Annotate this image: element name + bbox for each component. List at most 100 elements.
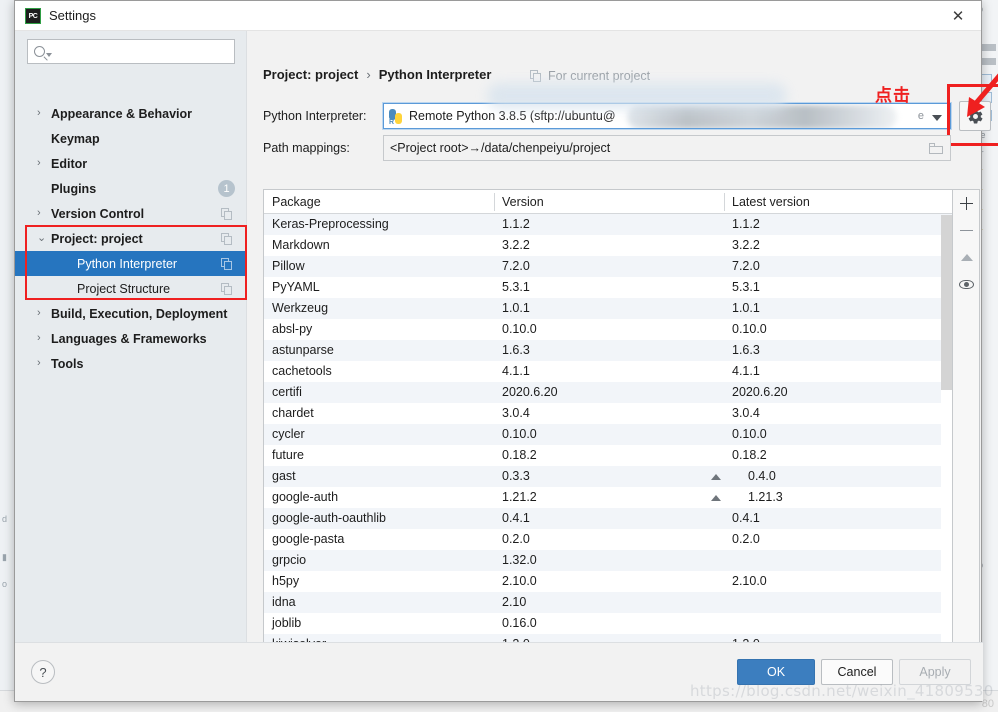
table-row[interactable]: Markdown 3.2.2 3.2.2 [264, 235, 952, 256]
remove-package-button[interactable] [953, 217, 980, 244]
cell-latest-version: 2020.6.20 [732, 385, 788, 399]
cell-version: 5.3.1 [502, 280, 530, 294]
table-row[interactable]: absl-py 0.10.0 0.10.0 [264, 319, 952, 340]
table-row[interactable]: PyYAML 5.3.1 5.3.1 [264, 277, 952, 298]
pycharm-icon: PC [25, 8, 41, 24]
cell-latest-version: 1.21.3 [711, 487, 952, 508]
for-current-project-note: For current project [530, 69, 650, 83]
path-mappings-field[interactable]: <Project root>→/data/chenpeiyu/project [383, 135, 951, 161]
cell-latest-version [724, 613, 952, 634]
cell-version: 0.10.0 [502, 427, 537, 441]
copy-icon [530, 70, 542, 82]
cell-version: 0.18.2 [502, 448, 537, 462]
cell-package: joblib [272, 616, 302, 630]
cell-latest-version: 1.0.1 [732, 301, 760, 315]
package-table-scrollbar[interactable] [941, 215, 952, 672]
table-row[interactable]: cachetools 4.1.1 4.1.1 [264, 361, 952, 382]
sidebar-item-plugins[interactable]: Plugins 1 [15, 176, 247, 201]
cell-latest-version: 5.3.1 [732, 280, 760, 294]
ok-button[interactable]: OK [737, 659, 815, 685]
cell-latest-version: 3.0.4 [732, 406, 760, 420]
column-header-package[interactable]: Package [264, 190, 494, 214]
cell-version: 4.1.1 [502, 364, 530, 378]
sidebar-item-tools[interactable]: › Tools [15, 351, 247, 376]
chevron-down-icon[interactable]: ⌄ [37, 233, 46, 244]
cell-version: 0.4.1 [502, 511, 530, 525]
chevron-right-icon[interactable]: › [37, 333, 46, 344]
dialog-footer: ? OK Cancel Apply [15, 642, 983, 701]
sidebar-item-label: Project Structure [77, 281, 171, 296]
cell-package: gast [272, 469, 296, 483]
column-header-version[interactable]: Version [494, 190, 724, 214]
cell-latest-version: 0.10.0 [732, 427, 767, 441]
table-row[interactable]: astunparse 1.6.3 1.6.3 [264, 340, 952, 361]
package-table-body: Keras-Preprocessing 1.1.2 1.1.2 Markdown 3.2… [264, 214, 952, 672]
add-package-button[interactable] [953, 190, 980, 217]
close-icon[interactable]: ✕ [943, 5, 973, 27]
cell-package: google-pasta [272, 532, 345, 546]
cell-latest-version: 7.2.0 [732, 259, 760, 273]
show-early-releases-button[interactable] [953, 271, 980, 298]
table-row[interactable]: idna 2.10 [264, 592, 952, 613]
interpreter-value: Remote Python 3.8.5 (sftp://ubuntu@ [409, 109, 616, 123]
cell-package: google-auth [272, 490, 339, 504]
cell-package: grpcio [272, 553, 307, 567]
table-row[interactable]: certifi 2020.6.20 2020.6.20 [264, 382, 952, 403]
table-row[interactable]: grpcio 1.32.0 [264, 550, 952, 571]
cell-latest-version: 0.10.0 [732, 322, 767, 336]
table-row[interactable]: h5py 2.10.0 2.10.0 [264, 571, 952, 592]
interpreter-label: Python Interpreter: [263, 109, 367, 123]
search-input[interactable] [27, 39, 235, 64]
breadcrumb-separator: › [366, 67, 371, 82]
table-row[interactable]: joblib 0.16.0 [264, 613, 952, 634]
table-row[interactable]: future 0.18.2 0.18.2 [264, 445, 952, 466]
table-row[interactable]: gast 0.3.3 0.4.0 [264, 466, 952, 487]
gear-icon [968, 109, 982, 123]
cell-version: 7.2.0 [502, 259, 530, 273]
chevron-right-icon[interactable]: › [37, 158, 46, 169]
sidebar-item-languages-frameworks[interactable]: › Languages & Frameworks [15, 326, 247, 351]
cell-latest-version: 0.4.0 [711, 466, 952, 487]
chevron-right-icon[interactable]: › [37, 358, 46, 369]
help-button[interactable]: ? [31, 660, 55, 684]
sidebar-item-version-control[interactable]: › Version Control [15, 201, 247, 226]
sidebar-item-build-execution-deployment[interactable]: › Build, Execution, Deployment [15, 301, 247, 326]
table-row[interactable]: chardet 3.0.4 3.0.4 [264, 403, 952, 424]
sidebar-item-keymap[interactable]: Keymap [15, 126, 247, 151]
table-row[interactable]: google-auth-oauthlib 0.4.1 0.4.1 [264, 508, 952, 529]
sidebar-item-project-project[interactable]: ⌄ Project: project [15, 226, 247, 251]
chevron-right-icon[interactable]: › [37, 308, 46, 319]
cell-version: 0.3.3 [502, 469, 530, 483]
sidebar-item-label: Version Control [51, 206, 145, 221]
table-row[interactable]: google-auth 1.21.2 1.21.3 [264, 487, 952, 508]
sidebar-item-appearance-behavior[interactable]: › Appearance & Behavior [15, 101, 247, 126]
chevron-down-icon[interactable] [932, 115, 942, 121]
chevron-right-icon[interactable]: › [37, 108, 46, 119]
interpreter-settings-button[interactable] [959, 101, 991, 131]
sidebar-item-label: Keymap [51, 131, 100, 146]
folder-icon[interactable] [929, 143, 943, 154]
package-table-scrollbar-thumb[interactable] [941, 215, 952, 390]
sidebar-item-python-interpreter[interactable]: Python Interpreter [15, 251, 247, 276]
table-row[interactable]: google-pasta 0.2.0 0.2.0 [264, 529, 952, 550]
table-row[interactable]: Keras-Preprocessing 1.1.2 1.1.2 [264, 214, 952, 235]
chevron-right-icon[interactable]: › [37, 208, 46, 219]
apply-button: Apply [899, 659, 971, 685]
package-table-toolbar [953, 189, 980, 673]
background-left-item: d [2, 514, 8, 524]
cell-package: Pillow [272, 259, 305, 273]
column-header-latest-version[interactable]: Latest version [724, 190, 952, 214]
breadcrumb-current: Python Interpreter [378, 67, 492, 82]
cancel-button[interactable]: Cancel [821, 659, 893, 685]
upgrade-package-button[interactable] [953, 244, 980, 271]
table-row[interactable]: Werkzeug 1.0.1 1.0.1 [264, 298, 952, 319]
breadcrumb-parent[interactable]: Project: project [263, 67, 358, 82]
table-row[interactable]: cycler 0.10.0 0.10.0 [264, 424, 952, 445]
cell-package: cycler [272, 427, 305, 441]
dialog-body: › Appearance & Behavior Keymap › Editor Plugi… [15, 31, 998, 673]
sidebar-item-project-structure[interactable]: Project Structure [15, 276, 247, 301]
plugins-update-badge: 1 [218, 180, 235, 197]
cell-version: 0.16.0 [502, 616, 537, 630]
table-row[interactable]: Pillow 7.2.0 7.2.0 [264, 256, 952, 277]
sidebar-item-editor[interactable]: › Editor [15, 151, 247, 176]
